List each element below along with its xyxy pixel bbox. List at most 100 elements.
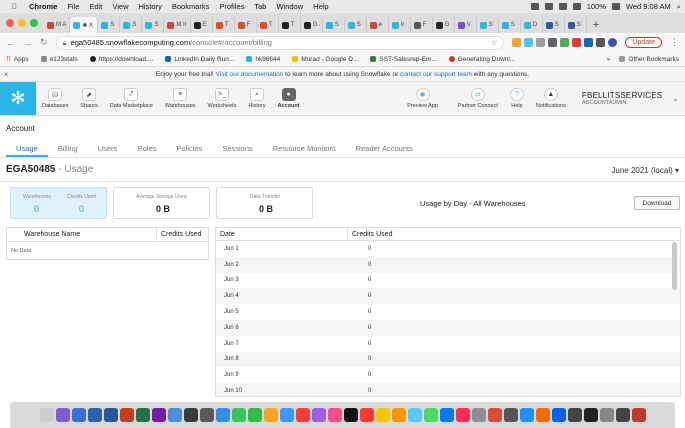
nav-data-marketplace[interactable]: ⤤ Data Marketplace [104,88,159,109]
tab-roles[interactable]: Roles [127,142,166,157]
menu-window[interactable]: Window [276,2,303,11]
browser-tab[interactable]: S [565,17,587,33]
menu-history[interactable]: History [139,2,162,11]
menu-edit[interactable]: Edit [89,2,102,11]
nav-partner-connect[interactable]: ⇄ Partner Connect [452,88,504,109]
dock-app-icon[interactable] [455,408,470,422]
account-menu[interactable]: FBELLITSSERVICES ACCOUNTADMIN [572,91,672,106]
support-link[interactable]: contact our support team [400,71,472,78]
browser-tab[interactable]: S [477,17,499,33]
browser-tab[interactable]: ✱ X [70,17,99,33]
extension-icon[interactable] [524,38,534,47]
tab-usage[interactable]: Usage [6,142,48,157]
close-window-icon[interactable] [6,19,14,27]
dock-app-icon[interactable] [567,408,582,422]
other-bookmarks[interactable]: » Other Bookmarks [607,56,679,63]
bookmark-item[interactable]: Murad - Google D... [292,56,358,63]
nav-history[interactable]: ⌕ History [242,88,271,109]
menu-chrome[interactable]: Chrome [29,2,57,11]
dock-app-icon[interactable] [391,408,406,422]
tab-billing[interactable]: Billing [48,142,88,157]
reload-icon[interactable]: ↻ [40,37,48,48]
apple-icon[interactable]:  [9,2,19,11]
dock-app-icon[interactable] [167,408,182,422]
documentation-link[interactable]: Visit our documentation [216,71,284,78]
dock-app-icon[interactable] [231,408,246,422]
tab-sessions[interactable]: Sessions [212,142,262,157]
bookmark-item[interactable]: LinkedIn Daily Run... [165,56,234,63]
bookmark-item[interactable]: https://download.... [89,56,153,63]
browser-tab[interactable]: G [433,17,455,33]
url-field[interactable]: 🔒︎ ega50485.snowflakecomputing.com/conso… [55,35,505,50]
wifi-icon[interactable] [572,3,581,10]
dock-app-icon[interactable] [295,408,310,422]
dock-app-icon[interactable] [215,408,230,422]
data-transfer-card[interactable]: Data Transfer 0 B [216,187,313,219]
extension-icon[interactable] [536,38,546,47]
period-select[interactable]: June 2021 (local) ▾ [611,166,679,175]
dock-app-icon[interactable] [487,408,502,422]
extension-icon[interactable] [572,38,582,47]
browser-tab[interactable]: T [257,17,279,33]
bookmark-item[interactable]: SST-Salesrep-Em... [370,56,437,63]
status-icon[interactable] [530,3,539,10]
dock-app-icon[interactable] [599,408,614,422]
status-icon[interactable] [558,3,567,10]
bookmark-apps[interactable]: ⠿ Apps [6,55,29,64]
dock-app-icon[interactable] [583,408,598,422]
nav-worksheets[interactable]: >_ Worksheets [202,88,243,109]
browser-tab[interactable]: S [543,17,565,33]
tab-users[interactable]: Users [88,142,128,157]
nav-warehouses[interactable]: ≡ Warehouses [159,88,202,109]
browser-tab[interactable]: S [142,17,165,33]
minimize-window-icon[interactable] [18,19,26,27]
more-icon[interactable]: ⋮ [670,37,679,48]
dock-app-icon[interactable] [615,408,630,422]
update-button[interactable]: Update [625,37,662,48]
battery-icon[interactable] [611,3,620,10]
snowflake-logo-icon[interactable]: ✻ [0,82,36,115]
chevron-down-icon[interactable]: ⌄ [672,94,685,103]
dock-app-icon[interactable] [631,408,646,422]
browser-tab[interactable]: T [213,17,235,33]
dock-app-icon[interactable] [247,408,262,422]
dock-app-icon[interactable] [183,408,198,422]
menu-help[interactable]: Help [313,2,328,11]
browser-tab[interactable]: S [499,17,521,33]
dock-app-icon[interactable] [343,408,358,422]
dock-app-icon[interactable] [327,408,342,422]
extension-icon[interactable] [548,38,558,47]
nav-preview-app[interactable]: ✱ Preview App [393,88,452,109]
puzzle-icon[interactable] [596,38,606,47]
menu-tab[interactable]: Tab [254,2,266,11]
nav-shares[interactable]: ⬈ Shares [74,88,103,109]
nav-help[interactable]: ? Help [504,88,530,109]
browser-tab[interactable]: F [411,17,433,33]
browser-tab[interactable]: S [323,17,345,33]
browser-tab[interactable]: M A [44,17,71,33]
dock-app-icon[interactable] [279,408,294,422]
dock-app-icon[interactable] [199,408,214,422]
browser-tab[interactable]: T [279,17,301,33]
dock-app-icon[interactable] [407,408,422,422]
dock-app-icon[interactable] [503,408,518,422]
table-scrollbar[interactable] [672,242,677,290]
column-warehouse-name[interactable]: Warehouse Name [7,228,157,241]
menu-view[interactable]: View [112,2,128,11]
dock-app-icon[interactable] [39,408,54,422]
dock-app-icon[interactable] [535,408,550,422]
extension-icon[interactable] [512,38,522,47]
column-date[interactable]: Date [216,228,348,240]
dock-app-icon[interactable] [87,408,102,422]
nav-account[interactable]: ● Account [272,88,306,109]
close-banner-icon[interactable]: × [4,70,9,79]
browser-tab[interactable]: E [191,17,213,33]
bookmark-item[interactable]: hk96644 [246,56,280,63]
dock-app-icon[interactable] [119,408,134,422]
dock-app-icon[interactable] [135,408,150,422]
extension-icon[interactable] [560,38,570,47]
browser-tab[interactable]: S [120,17,143,33]
browser-tab[interactable]: F [235,17,257,33]
browser-tab[interactable]: S [345,17,367,33]
column-credits-used[interactable]: Credits Used [157,228,201,241]
